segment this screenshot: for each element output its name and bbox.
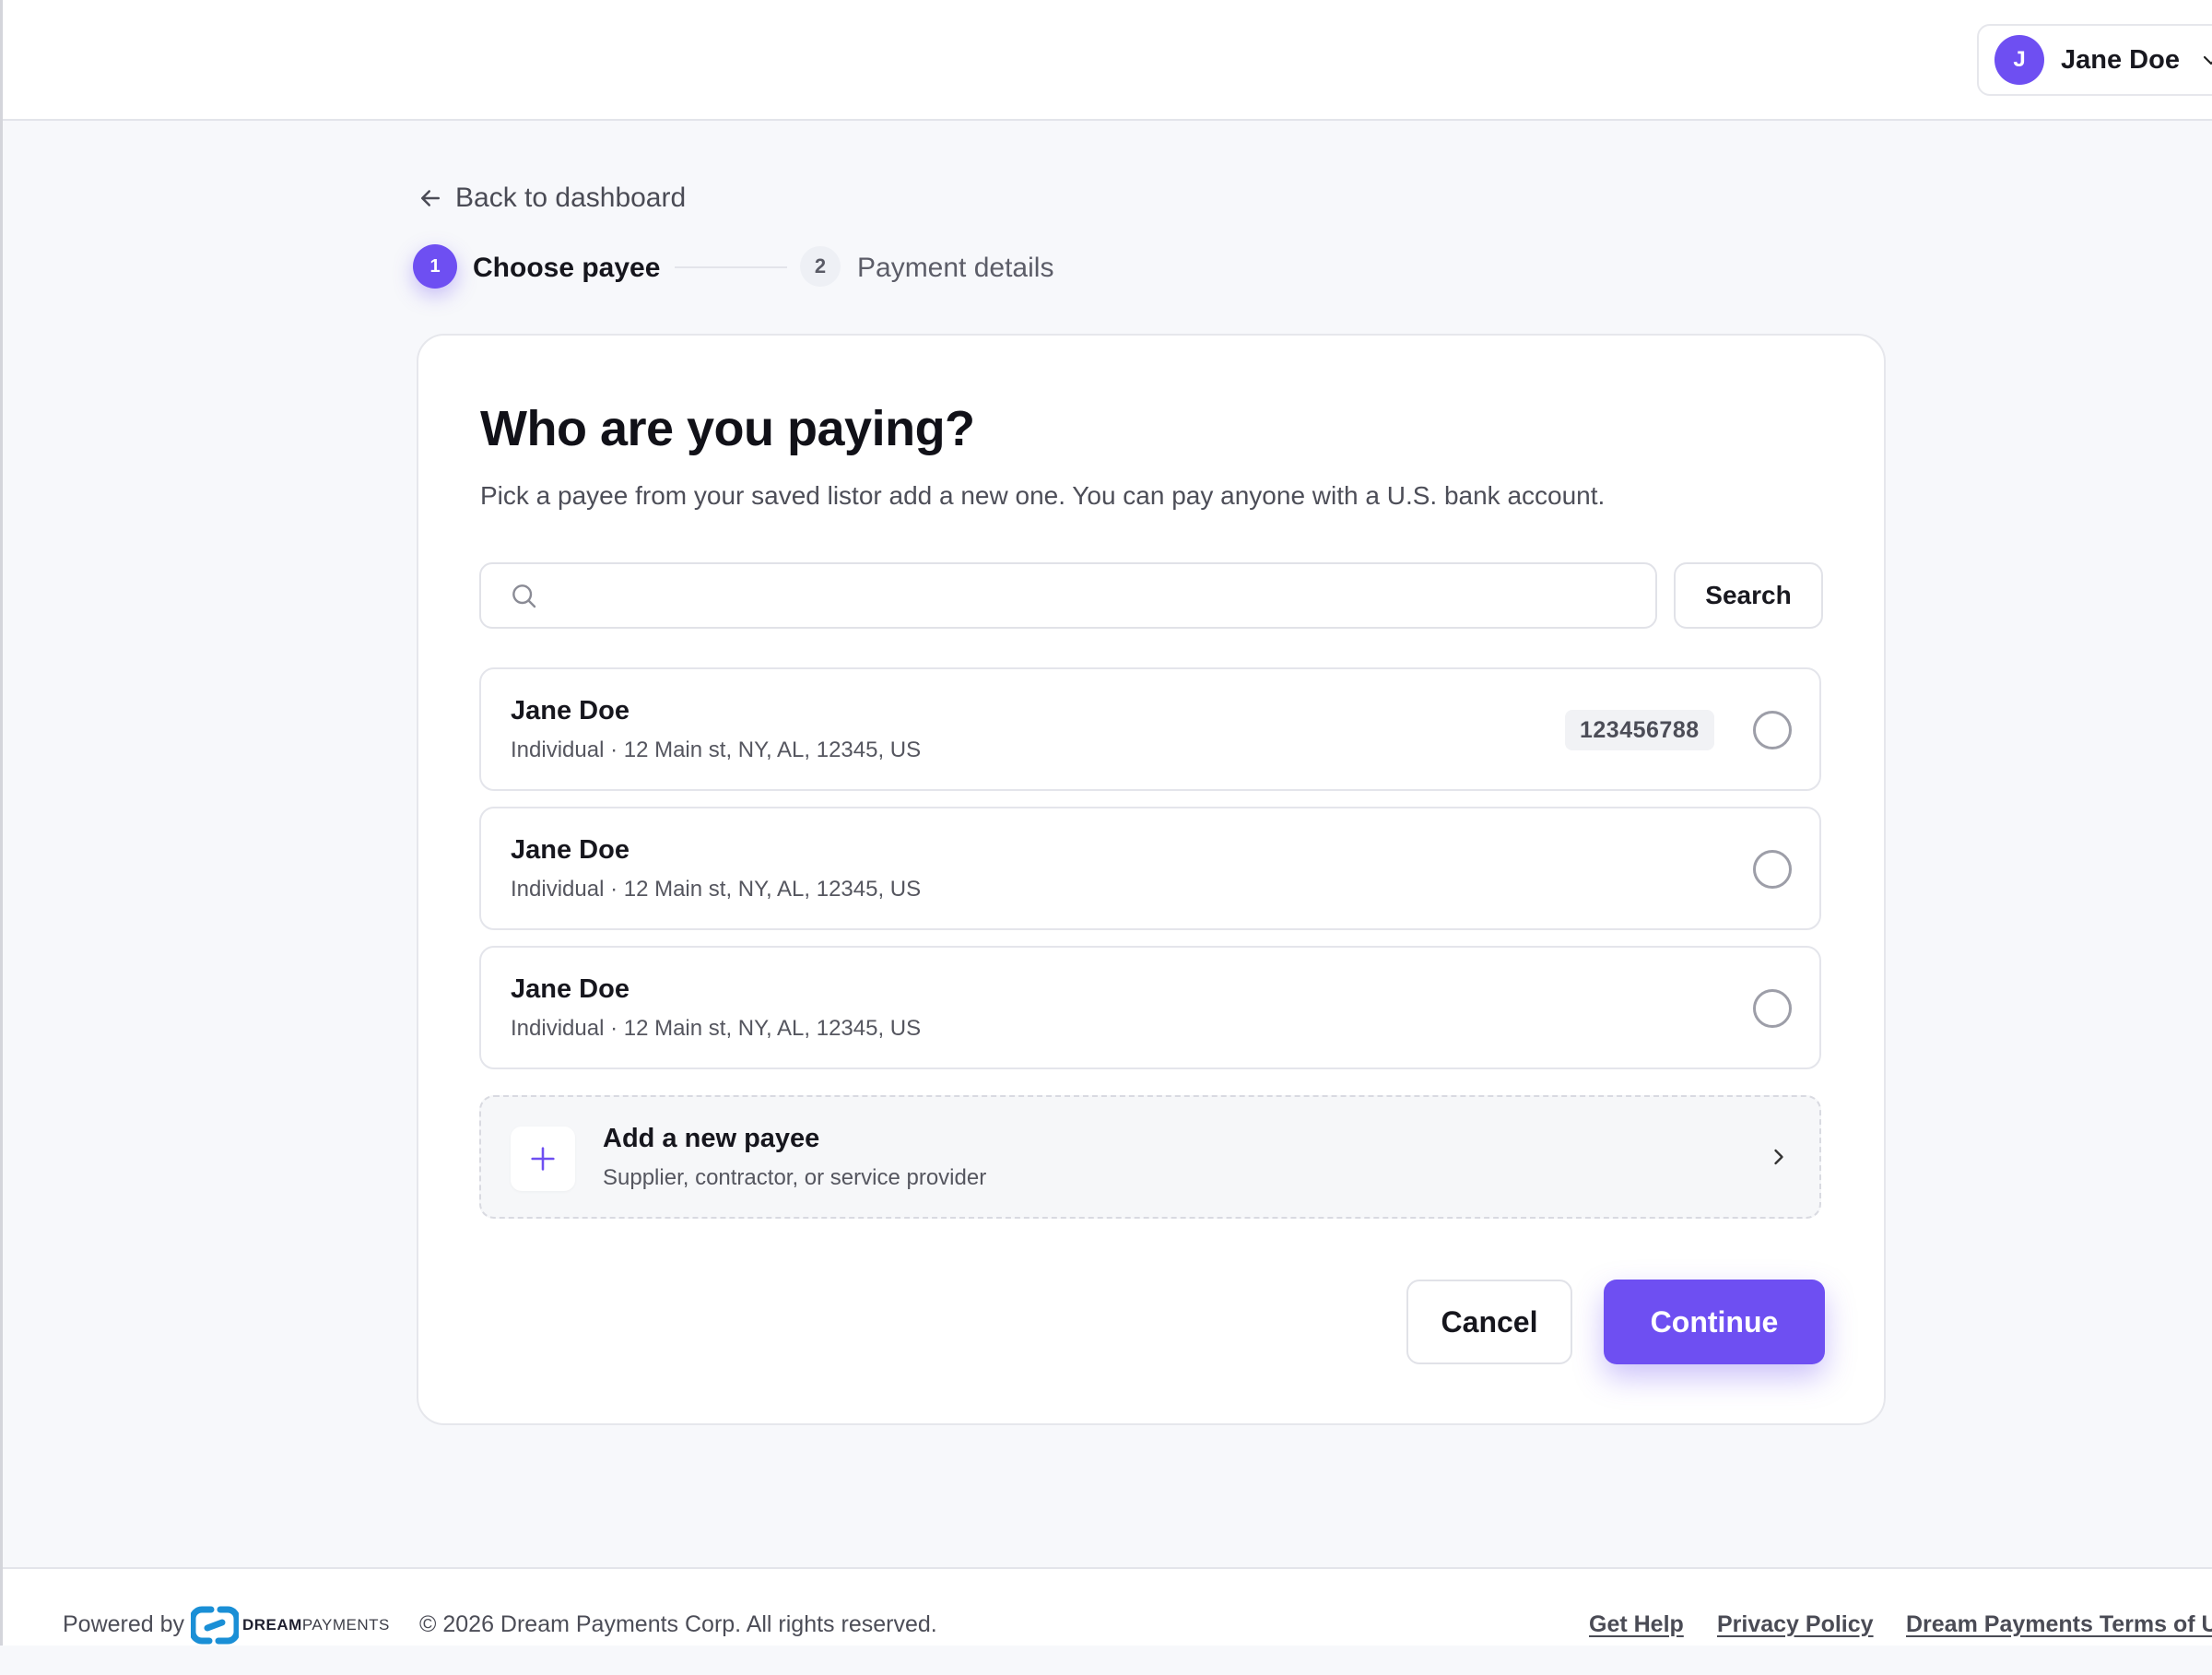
step-2-label: Payment details — [857, 253, 1054, 283]
back-link-label: Back to dashboard — [455, 183, 687, 213]
search-button[interactable]: Search — [1674, 562, 1823, 629]
payee-option-1[interactable]: Jane Doe Individual · 12 Main st, NY, AL… — [479, 667, 1821, 791]
chevron-down-icon — [2203, 55, 2212, 65]
copyright-text: © 2026 Dream Payments Corp. All rights r… — [419, 1611, 937, 1637]
avatar: J — [1994, 35, 2044, 85]
user-name: Jane Doe — [2061, 44, 2180, 75]
add-new-payee-option[interactable]: Add a new payee Supplier, contractor, or… — [479, 1095, 1821, 1219]
footer: Powered by DREAMPAYMENTS © 2026 Dream Pa… — [3, 1567, 2212, 1646]
window-edge — [0, 0, 3, 1646]
payee-radio[interactable] — [1753, 989, 1792, 1028]
step-1-number: 1 — [413, 244, 457, 289]
payee-detail: Individual · 12 Main st, NY, AL, 12345, … — [511, 1016, 922, 1041]
dream-payments-logo: DREAMPAYMENTS — [191, 1604, 390, 1646]
step-connector — [675, 266, 787, 268]
plus-icon — [531, 1147, 555, 1171]
payee-detail: Individual · 12 Main st, NY, AL, 12345, … — [511, 877, 922, 902]
dream-payments-logo-icon — [191, 1606, 239, 1645]
user-menu-button[interactable]: J Jane Doe — [1977, 24, 2212, 96]
page-subtitle: Pick a payee from your saved listor add … — [480, 481, 1606, 510]
cancel-button[interactable]: Cancel — [1406, 1280, 1572, 1364]
add-payee-title: Add a new payee — [603, 1124, 820, 1153]
account-number-badge: 123456788 — [1565, 710, 1714, 750]
wordmark-bold: DREAM — [242, 1616, 302, 1634]
chevron-right-icon — [1774, 1149, 1783, 1165]
payee-radio[interactable] — [1753, 850, 1792, 889]
get-help-link[interactable]: Get Help — [1589, 1611, 1684, 1638]
payee-name: Jane Doe — [511, 696, 629, 725]
top-bar: J Jane Doe — [3, 0, 2212, 121]
payee-radio[interactable] — [1753, 711, 1792, 749]
add-payee-subtitle: Supplier, contractor, or service provide… — [603, 1165, 987, 1190]
step-2-number: 2 — [800, 246, 841, 287]
payee-option-3[interactable]: Jane Doe Individual · 12 Main st, NY, AL… — [479, 946, 1821, 1069]
dream-payments-wordmark: DREAMPAYMENTS — [242, 1616, 390, 1634]
payee-name: Jane Doe — [511, 835, 629, 865]
payee-name: Jane Doe — [511, 974, 629, 1004]
step-1-label: Choose payee — [473, 253, 661, 283]
search-icon — [512, 584, 536, 608]
page-title: Who are you paying? — [480, 401, 975, 456]
arrow-left-icon — [421, 190, 440, 206]
choose-payee-card: Who are you paying? Pick a payee from yo… — [417, 334, 1886, 1425]
add-payee-icon-box — [511, 1126, 575, 1191]
privacy-policy-link[interactable]: Privacy Policy — [1717, 1611, 1874, 1638]
payee-option-2[interactable]: Jane Doe Individual · 12 Main st, NY, AL… — [479, 807, 1821, 930]
terms-link[interactable]: Dream Payments Terms of U — [1906, 1611, 2212, 1638]
wordmark-light: PAYMENTS — [301, 1616, 390, 1634]
back-to-dashboard-link[interactable]: Back to dashboard — [417, 183, 686, 214]
search-field[interactable] — [479, 562, 1657, 629]
continue-button[interactable]: Continue — [1604, 1280, 1825, 1364]
stepper: 1 Choose payee 2 Payment details — [413, 244, 1150, 290]
powered-by-label: Powered by — [63, 1611, 185, 1637]
payee-detail: Individual · 12 Main st, NY, AL, 12345, … — [511, 737, 922, 762]
search-input[interactable] — [555, 568, 1642, 623]
